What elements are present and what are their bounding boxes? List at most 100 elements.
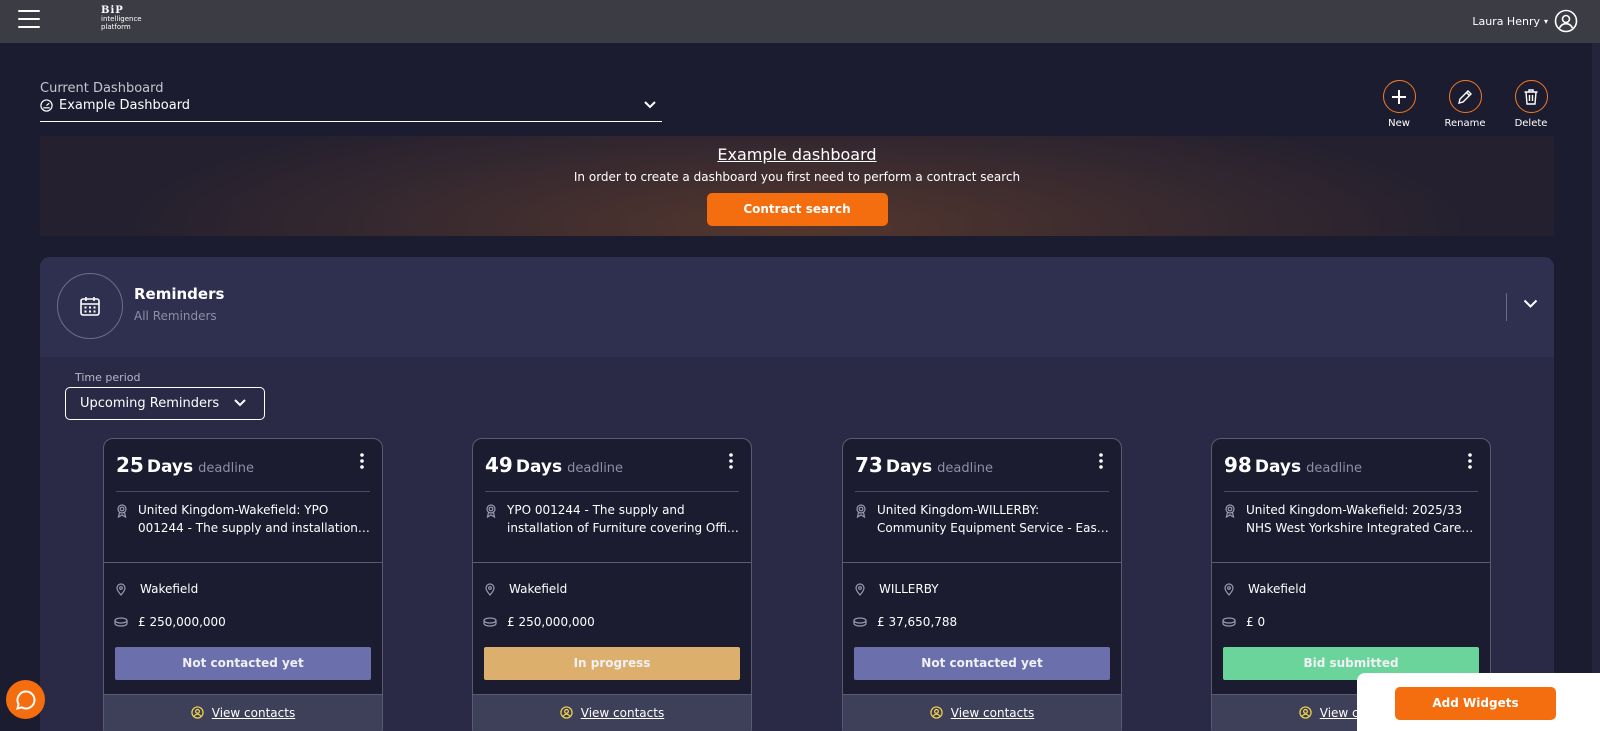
award-icon — [486, 504, 496, 518]
coins-icon — [114, 617, 128, 627]
map-pin-icon — [485, 582, 495, 596]
contact-icon — [191, 706, 204, 719]
award-icon — [1225, 504, 1235, 518]
dashboard-selector[interactable]: Current Dashboard Example Dashboard — [40, 81, 662, 122]
contract-value: £ 250,000,000 — [138, 615, 226, 629]
days-unit: Days — [885, 457, 933, 477]
divider — [843, 562, 1121, 563]
dashboard-selector-label: Current Dashboard — [40, 81, 164, 96]
reminder-card[interactable]: 25 Days deadline United Kingdom-Wakefield:… — [103, 438, 383, 731]
add-widgets-panel: Add Widgets — [1357, 673, 1600, 731]
days-remaining: 73 Days deadline — [855, 453, 993, 477]
location: WILLERBY — [879, 582, 939, 596]
divider — [116, 491, 370, 492]
contract-value: £ 0 — [1246, 615, 1266, 629]
header-divider — [1506, 293, 1507, 321]
dashboard-selector-value: Example Dashboard — [59, 98, 191, 113]
logo-mark: BiP — [101, 5, 124, 16]
more-options-icon[interactable] — [1099, 453, 1103, 469]
trash-icon — [1524, 88, 1538, 105]
days-unit: Days — [1254, 457, 1302, 477]
divider — [855, 491, 1109, 492]
card-footer: View contacts — [473, 694, 751, 731]
menu-icon[interactable] — [18, 10, 40, 28]
top-bar: BiP intelligence platform Laura Henry ▾ — [0, 0, 1600, 43]
more-options-icon[interactable] — [729, 453, 733, 469]
deadline-label: deadline — [937, 461, 994, 476]
divider — [1224, 491, 1478, 492]
contract-title[interactable]: United Kingdom-WILLERBY: Community Equip… — [877, 501, 1111, 537]
contract-title[interactable]: United Kingdom-Wakefield: YPO 001244 - T… — [138, 501, 372, 537]
time-period-label: Time period — [75, 371, 141, 384]
reminders-widget: Reminders All Reminders Time period Upco… — [40, 257, 1554, 731]
days-number: 49 — [485, 453, 513, 477]
delete-dashboard-button[interactable]: Delete — [1514, 80, 1548, 129]
coins-icon — [483, 617, 497, 627]
divider — [473, 562, 751, 563]
contract-value: £ 250,000,000 — [507, 615, 595, 629]
contract-title[interactable]: YPO 001244 - The supply and installation… — [507, 501, 741, 537]
dashboard-gauge-icon — [40, 99, 53, 112]
reminder-card[interactable]: 49 Days deadline YPO 001244 - The supply a… — [472, 438, 752, 731]
divider — [104, 562, 382, 563]
calendar-icon — [57, 273, 123, 339]
coins-icon — [853, 617, 867, 627]
new-dashboard-button[interactable]: New — [1382, 80, 1416, 129]
user-name: Laura Henry — [1472, 14, 1540, 28]
map-pin-icon — [116, 582, 126, 596]
more-options-icon[interactable] — [1468, 453, 1472, 469]
days-remaining: 98 Days deadline — [1224, 453, 1362, 477]
days-remaining: 25 Days deadline — [116, 453, 254, 477]
view-contacts-link[interactable]: View contacts — [951, 706, 1034, 731]
contract-search-button[interactable]: Contract search — [706, 193, 888, 226]
contract-title[interactable]: United Kingdom-Wakefield: 2025/33 NHS We… — [1246, 501, 1480, 537]
card-footer: View contacts — [104, 694, 382, 731]
logo-line-2: platform — [101, 23, 131, 31]
page-scrollbar[interactable] — [1592, 43, 1600, 731]
user-menu[interactable]: Laura Henry ▾ — [1472, 9, 1578, 33]
chevron-down-icon — [644, 101, 656, 109]
reminder-card[interactable]: 73 Days deadline United Kingdom-WILLERBY: … — [842, 438, 1122, 731]
deadline-label: deadline — [198, 461, 255, 476]
map-pin-icon — [1224, 582, 1234, 596]
view-contacts-link[interactable]: View contacts — [581, 706, 664, 731]
contact-icon — [560, 706, 573, 719]
days-number: 98 — [1224, 453, 1252, 477]
rename-dashboard-button[interactable]: Rename — [1445, 80, 1486, 129]
status-badge[interactable]: Not contacted yet — [854, 647, 1110, 680]
example-dashboard-banner: Example dashboard In order to create a d… — [40, 136, 1554, 236]
chat-support-button[interactable] — [6, 680, 45, 719]
reminders-title: Reminders — [134, 285, 225, 303]
days-unit: Days — [515, 457, 563, 477]
deadline-label: deadline — [567, 461, 624, 476]
award-icon — [856, 504, 866, 518]
collapse-chevron-icon[interactable] — [1523, 299, 1538, 309]
reminders-subtitle: All Reminders — [134, 309, 217, 323]
dashboard-actions: New Rename Delete — [1382, 80, 1548, 129]
time-period-value: Upcoming Reminders — [80, 396, 220, 411]
pencil-icon — [1458, 89, 1472, 104]
divider — [485, 491, 739, 492]
time-period-select[interactable]: Upcoming Reminders — [65, 387, 265, 420]
rename-label: Rename — [1444, 118, 1486, 129]
banner-subtitle: In order to create a dashboard you first… — [573, 170, 1021, 184]
add-widgets-button[interactable]: Add Widgets — [1395, 687, 1556, 720]
location: Wakefield — [1248, 582, 1307, 596]
logo[interactable]: BiP intelligence platform — [101, 5, 142, 32]
plus-icon — [1392, 89, 1406, 104]
award-icon — [117, 504, 127, 518]
map-pin-icon — [855, 582, 865, 596]
chat-icon — [15, 689, 35, 710]
more-options-icon[interactable] — [360, 453, 364, 469]
delete-label: Delete — [1514, 118, 1548, 129]
contact-icon — [1299, 706, 1312, 719]
status-badge[interactable]: Not contacted yet — [115, 647, 371, 680]
contract-value: £ 37,650,788 — [877, 615, 958, 629]
status-badge[interactable]: In progress — [484, 647, 740, 680]
coins-icon — [1222, 617, 1236, 627]
contact-icon — [930, 706, 943, 719]
days-number: 73 — [855, 453, 883, 477]
banner-title[interactable]: Example dashboard — [717, 145, 876, 164]
logo-line-1: intelligence — [101, 15, 142, 23]
view-contacts-link[interactable]: View contacts — [212, 706, 295, 731]
